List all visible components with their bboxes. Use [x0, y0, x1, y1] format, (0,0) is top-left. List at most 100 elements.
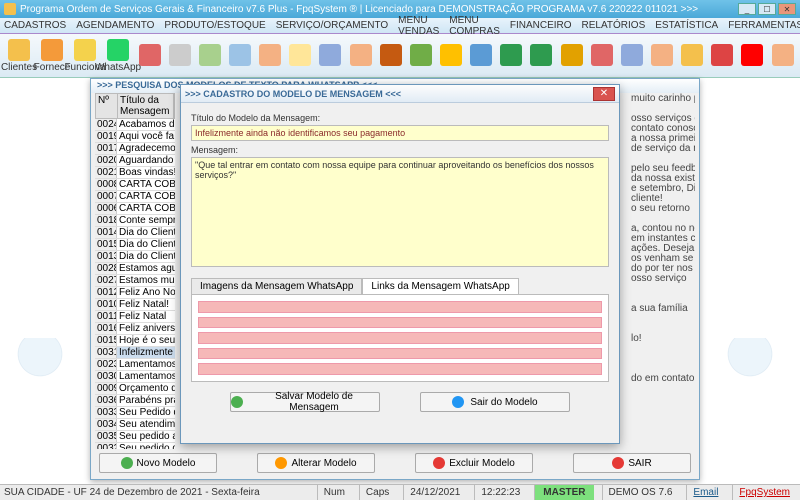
edit-model-button[interactable]: Alterar Modelo	[257, 453, 375, 473]
status-demo: DEMO OS 7.6	[602, 485, 679, 500]
table-row[interactable]: 0009Orçamento do	[95, 383, 175, 395]
table-row[interactable]: 0015Dia do Cliente	[95, 239, 175, 251]
toolbar-btn-11[interactable]	[347, 37, 374, 75]
toolbar-btn-15[interactable]	[468, 37, 495, 75]
table-row[interactable]: 0010Feliz Natal!	[95, 299, 175, 311]
table-row[interactable]: 0012Feliz Ano Nov	[95, 287, 175, 299]
toolbar-btn-24[interactable]	[739, 37, 766, 75]
table-row[interactable]: 0030Lamentamos a	[95, 371, 175, 383]
table-row[interactable]: 0007CARTA COBR	[95, 191, 175, 203]
tab-images[interactable]: Imagens da Mensagem WhatsApp	[191, 278, 362, 294]
close-button[interactable]: ✕	[778, 3, 796, 15]
table-row[interactable]: 0036Parabéns pra	[95, 395, 175, 407]
table-row[interactable]: 0032Seu pedido de	[95, 443, 175, 449]
table-row[interactable]: 0018Conte sempre	[95, 215, 175, 227]
toolbar-btn-22[interactable]	[679, 37, 706, 75]
toolbar-btn-5[interactable]	[166, 37, 193, 75]
link-input-5[interactable]	[198, 363, 602, 375]
table-row[interactable]: 0035Seu pedido ac	[95, 431, 175, 443]
preview-line	[631, 293, 695, 303]
toolbar-btn-1[interactable]: Fornece	[37, 37, 67, 75]
delete-model-label: Excluir Modelo	[449, 458, 515, 469]
delete-model-button[interactable]: Excluir Modelo	[415, 453, 533, 473]
edit-model-dialog: >>> CADASTRO DO MODELO DE MENSAGEM <<< ✕…	[180, 84, 620, 444]
table-row[interactable]: 0008CARTA COBR	[95, 179, 175, 191]
menu-financeiro[interactable]: FINANCEIRO	[510, 20, 572, 31]
minimize-button[interactable]: _	[738, 3, 756, 15]
table-row[interactable]: 0024Acabamos de	[95, 119, 175, 131]
menu-ferramentas[interactable]: FERRAMENTAS	[728, 20, 800, 31]
message-field-label: Mensagem:	[191, 145, 609, 155]
exit-search-button[interactable]: SAIR	[573, 453, 691, 473]
toolbar-btn-21[interactable]	[648, 37, 675, 75]
toolbar-btn-12[interactable]	[377, 37, 404, 75]
table-row[interactable]: 0019Aqui você fa	[95, 131, 175, 143]
arrow-icon	[452, 396, 464, 408]
menu-vendas[interactable]: MENU VENDAS	[398, 15, 439, 37]
table-row[interactable]: 0013Dia do Cliente	[95, 251, 175, 263]
table-row[interactable]: 0015Hoje é o seu d	[95, 335, 175, 347]
close-dialog-button[interactable]: ✕	[593, 87, 615, 101]
table-row[interactable]: 0031Infelizmente a	[95, 347, 175, 359]
table-row[interactable]: 0023Lamentamos a	[95, 359, 175, 371]
table-row[interactable]: 0011Feliz Natal	[95, 311, 175, 323]
title-input[interactable]	[191, 125, 609, 141]
maximize-button[interactable]: ☐	[758, 3, 776, 15]
preview-line: do por ter nos es	[631, 263, 695, 273]
link-input-4[interactable]	[198, 348, 602, 360]
toolbar-btn-13[interactable]	[407, 37, 434, 75]
preview-line	[631, 313, 695, 323]
menu-agendamento[interactable]: AGENDAMENTO	[76, 20, 154, 31]
toolbar-btn-20[interactable]	[618, 37, 645, 75]
menu-cadastros[interactable]: CADASTROS	[4, 20, 66, 31]
new-model-button[interactable]: Novo Modelo	[99, 453, 217, 473]
table-row[interactable]: 0006CARTA COBR	[95, 203, 175, 215]
table-row[interactable]: 0017Agradecemo	[95, 143, 175, 155]
toolbar-btn-10[interactable]	[317, 37, 344, 75]
table-row[interactable]: 0014Dia do Cliente	[95, 227, 175, 239]
table-row[interactable]: 0028Estamos agua	[95, 263, 175, 275]
toolbar-btn-7[interactable]	[226, 37, 253, 75]
link-input-3[interactable]	[198, 332, 602, 344]
toolbar-btn-25[interactable]	[769, 37, 796, 75]
status-fpq[interactable]: FpqSystem	[732, 485, 796, 500]
toolbar-btn-18[interactable]	[558, 37, 585, 75]
toolbar-btn-9[interactable]	[287, 37, 314, 75]
status-date: 24/12/2021	[403, 485, 466, 500]
toolbar-btn-0[interactable]: Clientes	[4, 37, 34, 75]
menu-produto[interactable]: PRODUTO/ESTOQUE	[164, 20, 265, 31]
toolbar-btn-3[interactable]: WhatsApp	[103, 37, 133, 75]
preview-line	[631, 103, 695, 113]
preview-line: muito carinho p	[631, 93, 695, 103]
table-row[interactable]: 0020Aguardando o	[95, 155, 175, 167]
table-row[interactable]: 0027Estamos muito	[95, 275, 175, 287]
exit-model-button[interactable]: Sair do Modelo	[420, 392, 570, 412]
menu-estatistica[interactable]: ESTATÍSTICA	[655, 20, 718, 31]
models-grid[interactable]: Nº Título da Mensagem 0024Acabamos de001…	[95, 93, 175, 449]
toolbar-btn-17[interactable]	[528, 37, 555, 75]
menu-compras[interactable]: MENU COMPRAS	[449, 15, 500, 37]
status-email[interactable]: Email	[686, 485, 724, 500]
tab-links[interactable]: Links da Mensagem WhatsApp	[362, 278, 518, 294]
toolbar-btn-14[interactable]	[437, 37, 464, 75]
menu-relatorios[interactable]: RELATÓRIOS	[582, 20, 646, 31]
table-row[interactable]: 0033Seu Pedido de	[95, 407, 175, 419]
edit-dialog-title: >>> CADASTRO DO MODELO DE MENSAGEM <<<	[185, 89, 401, 99]
table-row[interactable]: 0016Feliz aniversá	[95, 323, 175, 335]
toolbar-btn-19[interactable]	[588, 37, 615, 75]
toolbar-btn-6[interactable]	[196, 37, 223, 75]
menu-servico[interactable]: SERVIÇO/ORÇAMENTO	[276, 20, 388, 31]
toolbar-btn-8[interactable]	[257, 37, 284, 75]
toolbar-btn-16[interactable]	[498, 37, 525, 75]
preview-line: osso serviço	[631, 273, 695, 283]
toolbar-btn-23[interactable]	[709, 37, 736, 75]
table-row[interactable]: 0034Seu atendimen	[95, 419, 175, 431]
status-location: SUA CIDADE - UF 24 de Dezembro de 2021 -…	[4, 487, 260, 498]
save-model-button[interactable]: Salvar Modelo de Mensagem	[230, 392, 380, 412]
link-input-1[interactable]	[198, 301, 602, 313]
toolbar-btn-4[interactable]	[136, 37, 163, 75]
message-textarea[interactable]	[191, 157, 609, 267]
link-input-2[interactable]	[198, 317, 602, 329]
table-row[interactable]: 0021Boas vindas!	[95, 167, 175, 179]
app-icon	[4, 3, 16, 15]
